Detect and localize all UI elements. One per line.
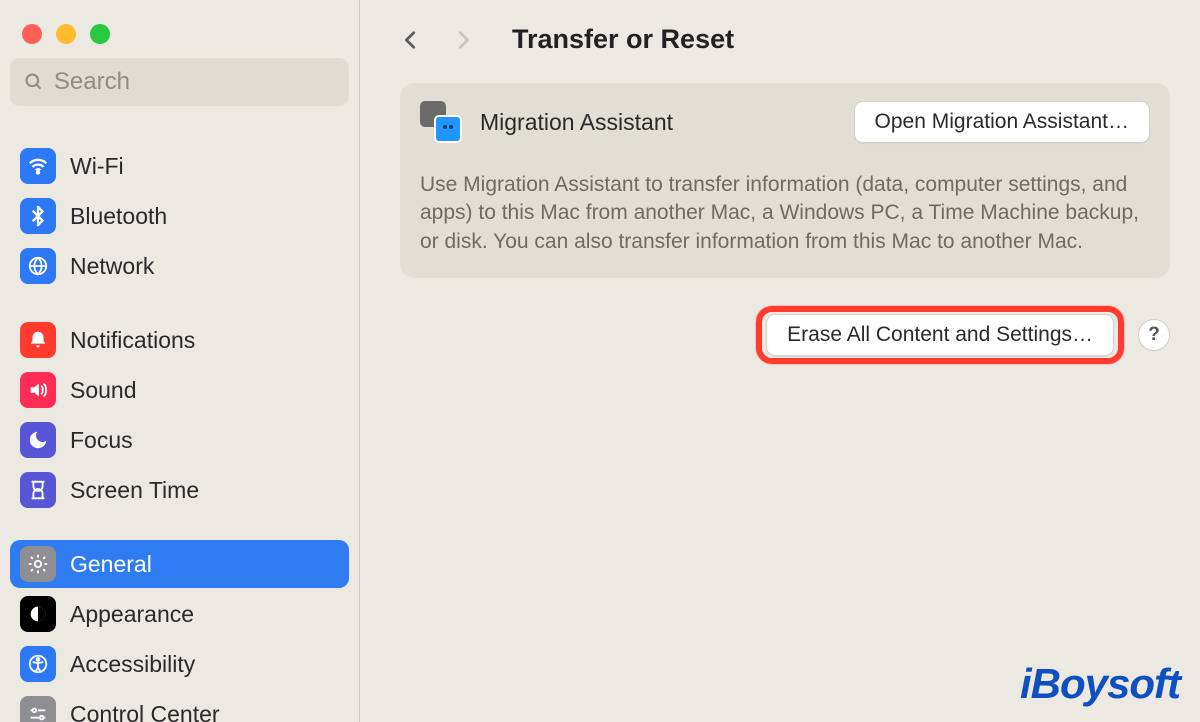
window-controls xyxy=(0,8,359,58)
sidebar-item-screen-time[interactable]: Screen Time xyxy=(10,466,349,514)
sidebar-item-label: Bluetooth xyxy=(70,203,167,230)
sidebar-list: Wi-Fi Bluetooth Network Notifications xyxy=(0,118,359,722)
sidebar-item-general[interactable]: General xyxy=(10,540,349,588)
migration-assistant-description: Use Migration Assistant to transfer info… xyxy=(420,171,1150,256)
sidebar-item-wifi[interactable]: Wi-Fi xyxy=(10,142,349,190)
sidebar-item-label: Network xyxy=(70,253,154,280)
open-migration-assistant-button[interactable]: Open Migration Assistant… xyxy=(854,101,1150,143)
sidebar: Wi-Fi Bluetooth Network Notifications xyxy=(0,0,360,722)
nav-forward-button[interactable] xyxy=(452,29,474,51)
main-content: Transfer or Reset Migration Assistant Op… xyxy=(360,0,1200,722)
search-input[interactable] xyxy=(54,68,335,96)
screen-time-icon xyxy=(20,472,56,508)
control-center-icon xyxy=(20,696,56,722)
focus-icon xyxy=(20,422,56,458)
migration-assistant-card: Migration Assistant Open Migration Assis… xyxy=(400,83,1170,278)
search-icon xyxy=(24,71,44,93)
sidebar-item-label: Appearance xyxy=(70,601,194,628)
sidebar-item-appearance[interactable]: Appearance xyxy=(10,590,349,638)
sound-icon xyxy=(20,372,56,408)
annotation-highlight: Erase All Content and Settings… xyxy=(756,306,1124,364)
sidebar-item-control-center[interactable]: Control Center xyxy=(10,690,349,722)
erase-all-content-button[interactable]: Erase All Content and Settings… xyxy=(766,314,1114,356)
sidebar-item-label: Screen Time xyxy=(70,477,199,504)
sidebar-item-label: Control Center xyxy=(70,701,220,722)
close-window-button[interactable] xyxy=(22,24,42,44)
network-icon xyxy=(20,248,56,284)
sidebar-item-label: Sound xyxy=(70,377,137,404)
appearance-icon xyxy=(20,596,56,632)
sidebar-item-label: Wi-Fi xyxy=(70,153,124,180)
notifications-icon xyxy=(20,322,56,358)
general-icon xyxy=(20,546,56,582)
page-title: Transfer or Reset xyxy=(512,24,734,55)
nav-back-button[interactable] xyxy=(400,29,422,51)
watermark: iBoysoft xyxy=(1020,660,1180,708)
help-button[interactable]: ? xyxy=(1138,319,1170,351)
sidebar-item-label: General xyxy=(70,551,152,578)
sidebar-item-focus[interactable]: Focus xyxy=(10,416,349,464)
bluetooth-icon xyxy=(20,198,56,234)
nav-header: Transfer or Reset xyxy=(400,24,1170,55)
maximize-window-button[interactable] xyxy=(90,24,110,44)
sidebar-item-bluetooth[interactable]: Bluetooth xyxy=(10,192,349,240)
sidebar-item-label: Notifications xyxy=(70,327,195,354)
erase-row: Erase All Content and Settings… ? xyxy=(400,306,1170,364)
search-field[interactable] xyxy=(10,58,349,106)
sidebar-item-label: Accessibility xyxy=(70,651,195,678)
sidebar-item-accessibility[interactable]: Accessibility xyxy=(10,640,349,688)
sidebar-item-sound[interactable]: Sound xyxy=(10,366,349,414)
migration-assistant-title: Migration Assistant xyxy=(480,109,673,136)
accessibility-icon xyxy=(20,646,56,682)
sidebar-item-notifications[interactable]: Notifications xyxy=(10,316,349,364)
sidebar-item-network[interactable]: Network xyxy=(10,242,349,290)
sidebar-item-label: Focus xyxy=(70,427,133,454)
migration-assistant-icon xyxy=(420,101,462,143)
minimize-window-button[interactable] xyxy=(56,24,76,44)
wifi-icon xyxy=(20,148,56,184)
